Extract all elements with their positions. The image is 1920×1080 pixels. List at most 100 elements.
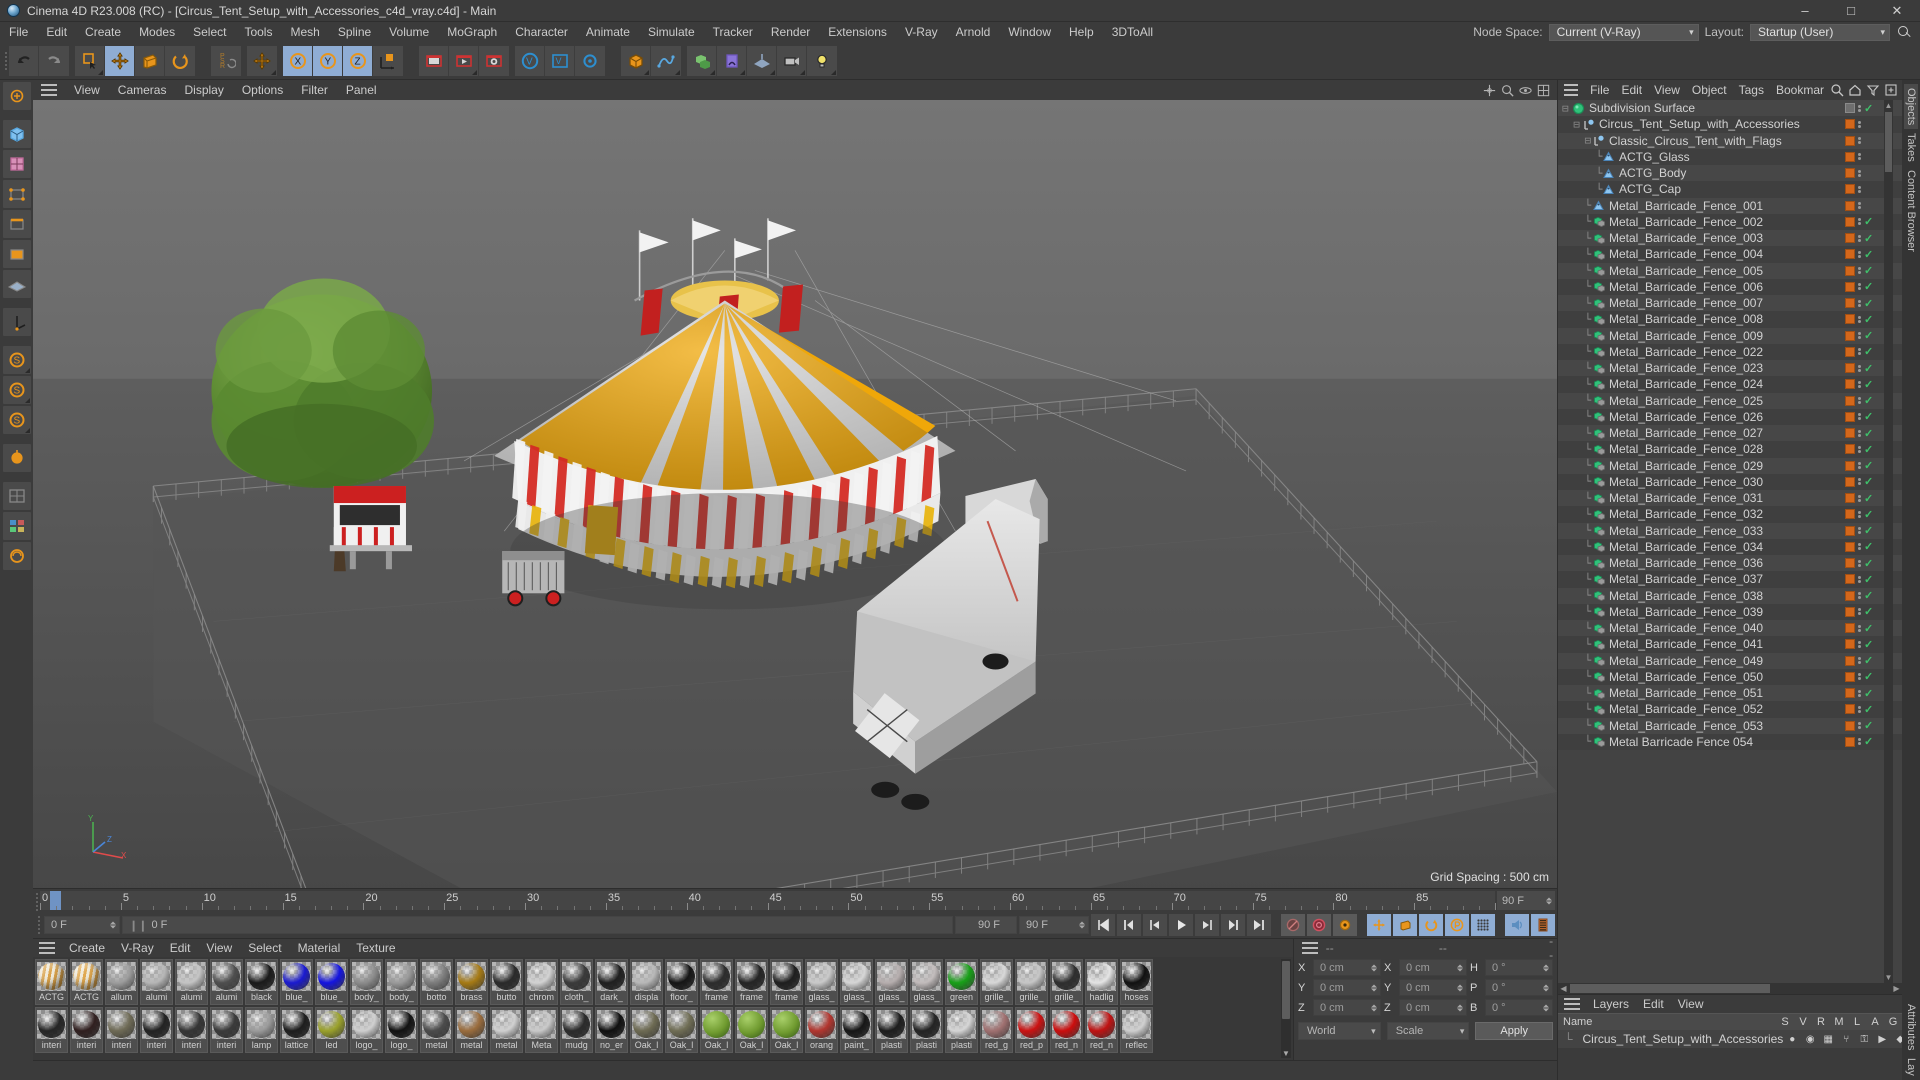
material-menu-v-ray[interactable]: V-Ray [113,939,162,957]
render-view-button[interactable] [419,45,449,76]
redo-button[interactable] [39,45,69,76]
object-tag-icon[interactable] [1845,541,1855,552]
menu-animate[interactable]: Animate [577,22,639,42]
go-to-next-key-button[interactable] [1221,914,1245,936]
menu-mograph[interactable]: MoGraph [438,22,506,42]
material-swatch[interactable]: led [315,1007,348,1053]
menu-edit[interactable]: Edit [37,22,76,42]
node-space-dropdown[interactable]: Current (V-Ray) ▾ [1548,23,1699,41]
spinner-icon[interactable] [1457,1004,1463,1011]
object-menu-view[interactable]: View [1648,80,1686,100]
close-button[interactable]: ✕ [1874,0,1920,22]
right-tab-bottom-attributes[interactable]: Attributes [1904,1000,1918,1054]
go-to-previous-key-button[interactable] [1117,914,1141,936]
object-row[interactable]: └ Metal_Barricade_Fence_050 ✓ [1558,668,1902,685]
object-tree-scrollbar[interactable]: ▲ ▼ [1884,100,1893,983]
object-row[interactable]: └ Metal_Barricade_Fence_036 ✓ [1558,555,1902,572]
material-swatch[interactable]: paint_ [840,1007,873,1053]
orbit-icon[interactable] [1518,83,1533,98]
psr-lock-button[interactable]: PSR [211,45,241,76]
object-row[interactable]: └ Metal_Barricade_Fence_053 ✓ [1558,717,1902,734]
visibility-dots-icon[interactable] [1858,250,1861,258]
spinner-icon[interactable] [1371,1004,1377,1011]
object-row[interactable]: └ Metal_Barricade_Fence_024 ✓ [1558,376,1902,393]
layer-row[interactable]: └ Circus_Tent_Setup_with_Accessories ● ◉ ▦ ⑂ ⚿… [1558,1030,1904,1048]
object-tag-icon[interactable] [1845,184,1855,195]
material-swatch[interactable]: metal [455,1007,488,1053]
object-row[interactable]: └ Metal_Barricade_Fence_027 ✓ [1558,425,1902,442]
enable-check-icon[interactable]: ✓ [1864,508,1874,521]
material-swatch[interactable]: Oak_l [700,1007,733,1053]
keyframe-selection-button[interactable] [1333,914,1357,936]
pan-icon[interactable] [1482,83,1497,98]
object-tag-icon[interactable] [1845,151,1855,162]
tool-model-mode[interactable] [2,120,31,148]
material-swatch[interactable]: frame [735,959,768,1005]
enable-check-icon[interactable]: ✓ [1864,492,1874,505]
bend-deformer-button[interactable] [717,45,747,76]
enable-check-icon[interactable]: ✓ [1864,215,1874,228]
visibility-dots-icon[interactable] [1858,348,1861,356]
object-tag-icon[interactable] [1845,216,1855,227]
scroll-down-icon[interactable]: ▼ [1884,972,1893,983]
visibility-dots-icon[interactable] [1858,234,1861,242]
layer-render-toggle[interactable]: ▦ [1819,1034,1837,1045]
tool-workplane-mode[interactable] [2,270,31,298]
object-menu-file[interactable]: File [1584,80,1615,100]
visibility-dots-icon[interactable] [1858,413,1861,421]
camera-button[interactable] [777,45,807,76]
object-tag-icon[interactable] [1845,346,1855,357]
rotate-button[interactable] [165,45,195,76]
z-axis-button[interactable]: Z [343,45,373,76]
object-row[interactable]: └ Metal_Barricade_Fence_028 ✓ [1558,441,1902,458]
object-tag-icon[interactable] [1845,688,1855,699]
enable-check-icon[interactable]: ✓ [1864,232,1874,245]
right-tab-takes[interactable]: Takes [1904,129,1918,166]
object-row[interactable]: └ Metal_Barricade_Fence_040 ✓ [1558,620,1902,637]
object-tag-icon[interactable] [1845,704,1855,715]
object-tag-icon[interactable] [1845,411,1855,422]
visibility-dots-icon[interactable] [1858,169,1861,177]
visibility-dots-icon[interactable] [1858,592,1861,600]
size-z-field[interactable]: 0 cm [1399,999,1467,1016]
viewport-menu-cameras[interactable]: Cameras [109,80,176,100]
minimize-button[interactable]: – [1782,0,1828,22]
visibility-dots-icon[interactable] [1858,657,1861,665]
tool-edge-mode[interactable] [2,210,31,238]
rotation-key-button[interactable] [1419,914,1443,936]
material-swatch[interactable]: interi [140,1007,173,1053]
menu-3dtoall[interactable]: 3DToAll [1103,22,1162,42]
tool-polygon-mode[interactable] [2,240,31,268]
object-tree[interactable]: ⊟ Subdivision Surface ✓ ⊟ Circus_Tent_Setup… [1558,100,1902,983]
object-menu-bookmar[interactable]: Bookmar [1770,80,1830,100]
frame-scrub-field[interactable]: ❙❙ 0 F [122,916,953,934]
vray-settings-button[interactable] [575,45,605,76]
tool-viewport-solo[interactable] [2,444,31,472]
object-row[interactable]: └ Metal_Barricade_Fence_002 ✓ [1558,213,1902,230]
object-tag-icon[interactable] [1845,363,1855,374]
enable-check-icon[interactable]: ✓ [1864,427,1874,440]
material-swatch[interactable]: ACTG [35,959,68,1005]
enable-check-icon[interactable]: ✓ [1864,654,1874,667]
object-tag-icon[interactable] [1845,639,1855,650]
current-frame-field[interactable]: 0 F [44,916,120,934]
material-swatch[interactable]: cloth_ [560,959,593,1005]
object-tag-icon[interactable] [1845,200,1855,211]
material-swatch[interactable]: alumi [210,959,243,1005]
object-tag-icon[interactable] [1845,671,1855,682]
object-tag-icon[interactable] [1845,103,1855,114]
material-swatch[interactable]: glass_ [840,959,873,1005]
material-swatch[interactable]: grille_ [1050,959,1083,1005]
material-swatch[interactable]: interi [105,1007,138,1053]
object-tag-icon[interactable] [1845,444,1855,455]
visibility-dots-icon[interactable] [1858,364,1861,372]
object-row[interactable]: └ Metal_Barricade_Fence_052 ✓ [1558,701,1902,718]
menu-simulate[interactable]: Simulate [639,22,704,42]
search-icon[interactable] [1896,24,1912,40]
menu-v-ray[interactable]: V-Ray [896,22,947,42]
play-button[interactable] [1169,914,1193,936]
visibility-dots-icon[interactable] [1858,673,1861,681]
spinner-icon[interactable] [1546,897,1552,904]
material-swatch[interactable]: mudg [560,1007,593,1053]
go-to-previous-frame-button[interactable] [1143,914,1167,936]
